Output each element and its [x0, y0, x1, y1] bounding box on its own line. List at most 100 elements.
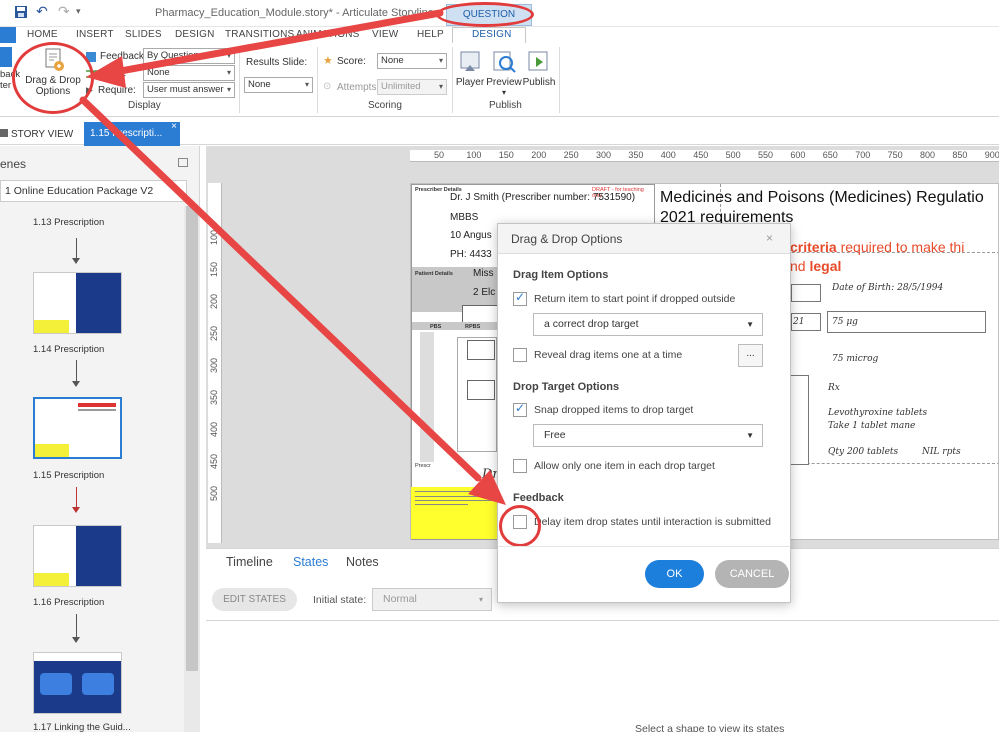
tab-home[interactable]: HOME [27, 29, 58, 40]
drop-target[interactable] [791, 284, 821, 302]
ruler-tick-label: 400 [209, 421, 219, 437]
player-button[interactable]: Player [455, 49, 485, 88]
tab-insert[interactable]: INSERT [76, 29, 114, 40]
ruler-tick-label: 550 [758, 150, 774, 160]
snap-mode-select[interactable]: Free ▼ [533, 424, 763, 447]
return-item-checkbox[interactable] [513, 290, 527, 306]
reveal-items-checkbox[interactable] [513, 348, 527, 362]
ruler-tick-label: 700 [855, 150, 871, 160]
tab-view[interactable]: VIEW [372, 29, 398, 40]
annotation-circle-delay-checkbox [499, 505, 541, 547]
tab-slides[interactable]: SLIDES [125, 29, 162, 40]
drug-directions: Take 1 tablet mane [828, 421, 916, 431]
tab-animations[interactable]: ANIMATIONS [296, 29, 359, 40]
drug-name: Levothyroxine tablets [828, 408, 928, 418]
close-tab-icon[interactable]: × [171, 115, 177, 139]
ruler-tick-label: 400 [660, 150, 676, 160]
slide-label: 1.15 Prescription [33, 470, 105, 481]
prescriber-address: 10 Angus [450, 230, 492, 241]
redo-icon[interactable]: ↷ [58, 3, 70, 20]
drop-target[interactable]: 75 μg [827, 311, 986, 333]
slide-label: 1.14 Prescription [33, 344, 105, 355]
score-star-icon: ★ [323, 55, 333, 67]
ruler-tick-label: 200 [531, 150, 547, 160]
tab-help[interactable]: HELP [417, 29, 444, 40]
tab-design[interactable]: DESIGN [175, 29, 215, 40]
ruler-tick-label: 250 [563, 150, 579, 160]
shuffle-label: e: [118, 68, 127, 79]
ribbon-tabs: HOME INSERT SLIDES DESIGN TRANSITIONS AN… [0, 27, 999, 43]
close-icon[interactable]: × [766, 231, 773, 245]
one-item-label: Allow only one item in each drop target [534, 460, 715, 472]
feedback-label: Feedback: [100, 51, 147, 62]
drop-target-options-heading: Drop Target Options [513, 381, 620, 393]
scene-selector[interactable]: 1 Online Education Package V2 [0, 180, 187, 202]
initial-state-select[interactable]: Normal ▾ [372, 588, 492, 611]
ribbon-separator [559, 47, 560, 113]
story-view-tab[interactable]: STORY VIEW [0, 129, 73, 140]
patient-name: Miss [473, 268, 494, 279]
feedback-heading: Feedback [513, 492, 564, 504]
feedback-select[interactable]: By Question ▾ [143, 48, 235, 64]
drop-target[interactable] [791, 375, 809, 465]
prescriber-qualification: MBBS [450, 212, 479, 223]
publish-button[interactable]: Publish [522, 49, 556, 88]
drop-target[interactable]: 21 [791, 313, 821, 331]
ok-button[interactable]: OK [645, 560, 704, 588]
trigger-arrow-icon [72, 360, 80, 387]
snap-items-checkbox[interactable] [513, 401, 527, 417]
edit-states-button[interactable]: EDIT STATES [212, 588, 297, 611]
return-target-select[interactable]: a correct drop target ▼ [533, 313, 763, 336]
slide-thumbnail-1-15-selected[interactable] [33, 397, 122, 459]
snap-items-label: Snap dropped items to drop target [534, 404, 694, 416]
preview-button[interactable]: Preview ▾ [486, 49, 522, 97]
require-label: Require: [98, 85, 136, 96]
tab-timeline[interactable]: Timeline [226, 555, 273, 569]
cancel-button[interactable]: CANCEL [715, 560, 789, 588]
results-slide-label: Results Slide: [246, 57, 308, 68]
panel-pin-icon[interactable] [178, 158, 188, 167]
slide-label: 1.16 Prescription [33, 597, 105, 608]
scoring-group-label: Scoring [368, 100, 402, 111]
annotation-circle-question-tools [436, 2, 534, 27]
quick-access-menu-icon[interactable]: ▾ [76, 6, 81, 17]
slide-thumbnail-1-17[interactable] [33, 652, 122, 714]
preview-dropdown-icon[interactable]: ▾ [486, 88, 522, 97]
attempts-select[interactable]: Unlimited ▾ [377, 79, 447, 95]
results-slide-select[interactable]: None ▾ [244, 77, 313, 93]
annotation-circle-drag-drop-options [12, 42, 94, 114]
trigger-arrow-icon [72, 238, 80, 264]
tab-transitions[interactable]: TRANSITIONS [225, 29, 294, 40]
slide-tab-active[interactable]: 1.15 Prescripti... × [84, 121, 180, 146]
slide-thumbnail-1-16[interactable] [33, 525, 122, 587]
score-label: Score: [337, 56, 366, 67]
score-select[interactable]: None ▾ [377, 53, 447, 69]
require-select[interactable]: User must answer ▾ [143, 82, 235, 98]
ruler-horizontal: 50 100 150 200 250 300 350 400 450 500 550 600 650 70… [410, 150, 999, 162]
tab-question-design[interactable]: DESIGN [472, 29, 512, 40]
ruler-tick-label: 200 [209, 293, 219, 309]
ruler-tick-label: 100 [209, 229, 219, 245]
ruler-tick-label: 150 [498, 150, 514, 160]
ruler-tick-label: 900 [984, 150, 999, 160]
shuffle-select[interactable]: None ▾ [143, 65, 235, 81]
trigger-arrow-icon [72, 614, 80, 643]
ruler-tick-label: 250 [209, 325, 219, 341]
reveal-order-button[interactable]: ... [738, 344, 763, 367]
save-icon[interactable] [14, 5, 28, 22]
one-item-checkbox[interactable] [513, 459, 527, 473]
panel-divider [206, 620, 999, 621]
display-group-label: Display [128, 100, 161, 111]
sticky-note[interactable] [411, 487, 499, 539]
scenes-scrollbar-thumb[interactable] [186, 206, 198, 671]
ruler-tick-label: 100 [466, 150, 482, 160]
tab-states[interactable]: States [293, 555, 328, 569]
ribbon-separator [239, 47, 240, 113]
prescriber-name: Dr. J Smith (Prescriber number: 7531590) [450, 192, 636, 203]
patient-address: 2 Elc [473, 287, 496, 298]
undo-icon[interactable]: ↶ [36, 3, 48, 20]
slide-thumbnail-1-14[interactable] [33, 272, 122, 334]
ruler-tick-label: 800 [920, 150, 936, 160]
ruler-tick-label: 350 [628, 150, 644, 160]
tab-notes[interactable]: Notes [346, 555, 379, 569]
